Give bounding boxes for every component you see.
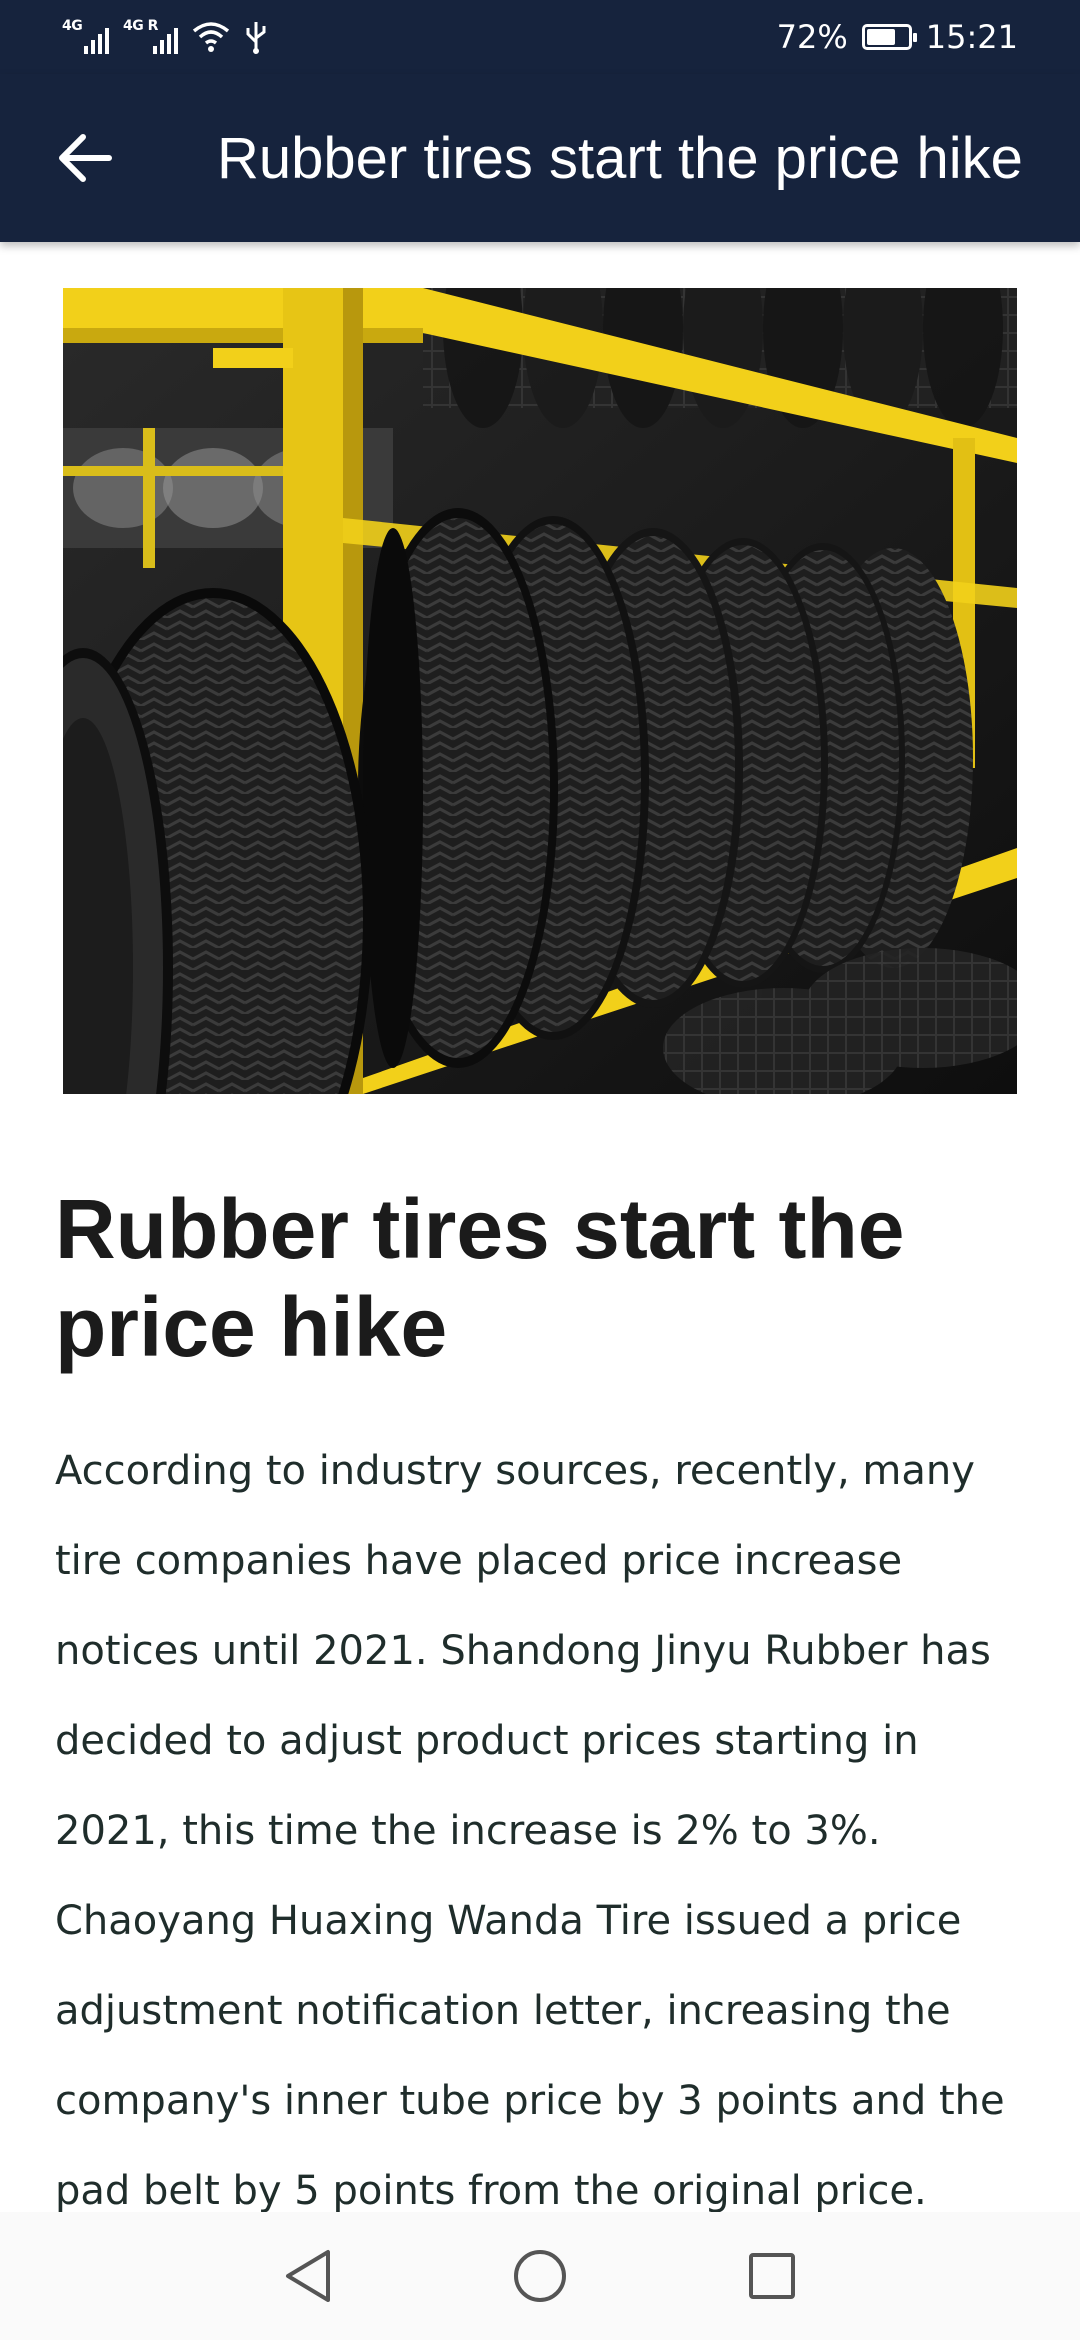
network-type-label: 4G — [62, 18, 83, 34]
status-bar: 4G 4G R 72% 15:21 — [0, 0, 1080, 74]
network-type-label: 4G R — [123, 18, 158, 34]
triangle-back-icon — [286, 2250, 330, 2302]
nav-recents-button[interactable] — [736, 2240, 808, 2312]
back-button[interactable] — [35, 108, 135, 208]
wifi-icon — [192, 22, 230, 52]
article-title: Rubber tires start the price hike — [55, 1182, 905, 1374]
signal-icon-sim2: 4G R — [123, 18, 178, 54]
square-recents-icon — [749, 2253, 795, 2299]
signal-icon-sim1: 4G — [62, 18, 109, 54]
battery-percent: 72% — [776, 18, 848, 56]
arrow-left-icon — [59, 134, 112, 182]
app-bar: Rubber tires start the price hike — [0, 74, 1080, 242]
article-hero-image — [63, 288, 1017, 1094]
battery-icon — [861, 24, 917, 50]
clock: 15:21 — [925, 18, 1018, 56]
article-body: According to industry sources, recently,… — [55, 1448, 1005, 2214]
status-icons-right: 72% 15:21 — [777, 18, 1018, 56]
status-icons-left: 4G 4G R — [62, 18, 268, 54]
system-navigation-bar — [0, 2212, 1080, 2340]
nav-back-button[interactable] — [272, 2240, 344, 2312]
usb-icon — [246, 22, 266, 54]
circle-home-icon — [514, 2250, 566, 2302]
app-bar-title: Rubber tires start the price hike — [217, 125, 1023, 191]
nav-home-button[interactable] — [504, 2240, 576, 2312]
